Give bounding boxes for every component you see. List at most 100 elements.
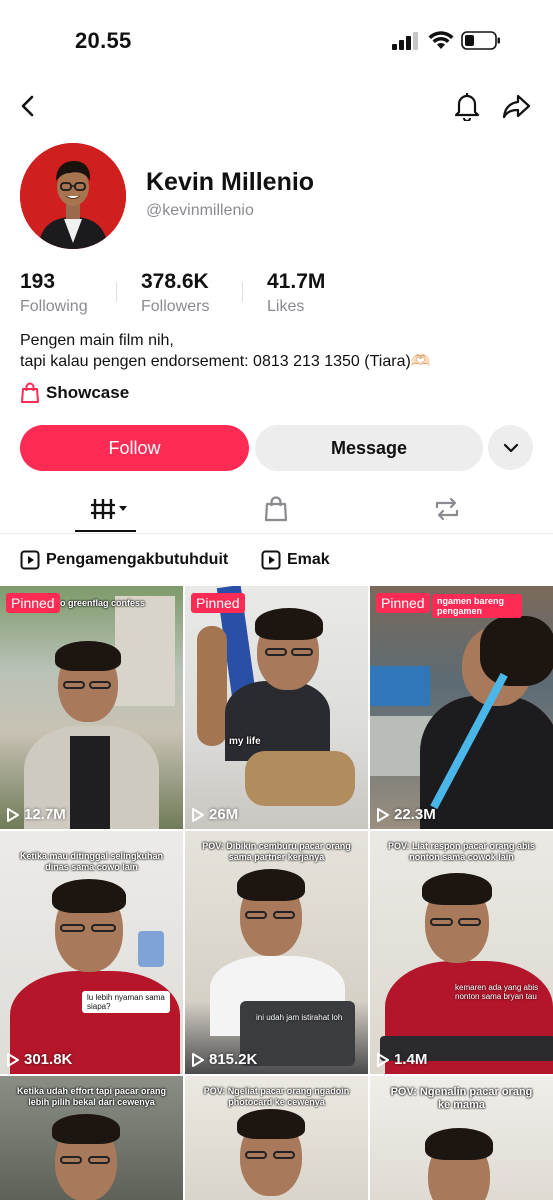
video-tile[interactable]: POV: Ngeliat pacar orang ngadoin photoca… <box>185 1076 368 1200</box>
followers-label: Followers <box>141 298 210 315</box>
glasses <box>63 681 85 689</box>
likes-label: Likes <box>267 298 305 315</box>
bio-line: tapi kalau pengen endorsement: 0813 213 … <box>20 353 431 370</box>
stat-followers[interactable]: 378.6K Followers <box>141 270 209 316</box>
stat-likes[interactable]: 41.7M Likes <box>267 270 325 316</box>
video-caption: Ketika udah effort tapi pacar orang lebi… <box>16 1086 167 1107</box>
glasses <box>458 918 481 926</box>
person-hair <box>237 1109 305 1139</box>
glasses <box>273 911 295 919</box>
view-count: 301.8K <box>6 1051 72 1068</box>
person-arm <box>197 626 227 746</box>
pinned-badge: Pinned <box>6 593 60 613</box>
glasses <box>245 1151 267 1159</box>
video-caption: POV: Dibikin cemburu pacar orang sama pa… <box>202 841 351 862</box>
play-square-icon <box>261 550 281 570</box>
play-icon <box>7 807 19 822</box>
shelf-box <box>370 666 430 706</box>
top-navigation <box>0 84 553 128</box>
showcase-link[interactable]: Showcase <box>20 380 129 406</box>
glasses <box>291 648 313 656</box>
glasses <box>273 1151 295 1159</box>
view-count-text: 26M <box>209 806 239 823</box>
following-count: 193 <box>20 270 56 293</box>
person-hair <box>52 879 126 913</box>
person-shorts <box>245 751 355 806</box>
avatar[interactable] <box>20 143 126 249</box>
showcase-label: Showcase <box>46 383 130 402</box>
stat-divider <box>116 282 117 302</box>
tab-videos[interactable] <box>75 486 136 532</box>
avatar-image <box>20 143 126 249</box>
video-tile[interactable]: Ketika mau ditinggal selingkuhan dinas s… <box>0 831 183 1074</box>
stat-divider <box>242 282 243 302</box>
play-icon <box>192 807 204 822</box>
video-caption-reply: kemaren ada yang abis nonton sama bryan … <box>455 983 539 1001</box>
video-tile[interactable]: Ketika udah effort tapi pacar orang lebi… <box>0 1076 183 1200</box>
play-square-icon <box>20 550 40 570</box>
tab-reposts[interactable] <box>422 486 472 532</box>
view-count-text: 22.3M <box>394 806 436 823</box>
tab-shop[interactable] <box>251 486 301 532</box>
pinned-badge: Pinned <box>191 593 245 613</box>
play-icon <box>377 807 389 822</box>
video-caption-reply: lu lebih nyaman sama siapa? <box>82 991 170 1013</box>
bag-icon <box>264 496 288 522</box>
video-tile[interactable]: POV: Liat respon pacar orang abis nonton… <box>370 831 553 1074</box>
notification-bell-icon[interactable] <box>451 90 483 122</box>
playlist-pengamengakbutuhduit[interactable]: Pengamengakbutuhduit <box>20 549 228 571</box>
video-caption: POV: Liat respon pacar orang abis nonton… <box>387 841 536 862</box>
video-caption: POV: Ngenalin pacar orang ke mama <box>390 1086 533 1111</box>
stat-following[interactable]: 193 Following <box>20 270 88 316</box>
suggested-accounts-button[interactable] <box>488 425 533 470</box>
back-arrow-icon[interactable] <box>12 90 44 122</box>
video-caption: Ketika mau ditinggal selingkuhan dinas s… <box>19 851 164 872</box>
view-count-text: 12.7M <box>24 806 66 823</box>
message-button[interactable]: Message <box>255 425 483 471</box>
video-tile[interactable]: POV: Ngenalin pacar orang ke mama <box>370 1076 553 1200</box>
bio-line: Pengen main film nih, <box>20 332 174 349</box>
repost-icon <box>435 497 459 521</box>
followers-count: 378.6K <box>141 270 209 293</box>
person-hair <box>480 616 553 686</box>
person-hair <box>52 1114 120 1144</box>
follow-button[interactable]: Follow <box>20 425 249 471</box>
glasses <box>88 1156 110 1164</box>
display-name: Kevin Millenio <box>146 168 315 196</box>
person-hair <box>255 608 323 640</box>
person-hair <box>237 869 305 901</box>
username: @kevinmillenio <box>146 202 254 219</box>
video-tile[interactable]: POV: Dibikin cemburu pacar orang sama pa… <box>185 831 368 1074</box>
play-icon <box>192 1052 204 1067</box>
cellular-signal-icon <box>392 32 418 50</box>
view-count: 815.2K <box>191 1051 257 1068</box>
video-tile[interactable]: Pinned ngamen bareng pengamen 22.3M <box>370 586 553 829</box>
video-grid: Pinned o greenflag confess 12.7M Pinned … <box>0 586 553 1200</box>
playlists-row: Pengamengakbutuhduit Emak <box>0 540 553 580</box>
following-label: Following <box>20 298 88 315</box>
view-count-text: 301.8K <box>24 1051 73 1068</box>
photocard <box>138 931 164 967</box>
video-tile[interactable]: Pinned my life 26M <box>185 586 368 829</box>
play-icon <box>7 1052 19 1067</box>
video-caption: ngamen bareng pengamen <box>432 594 522 618</box>
view-count-text: 1.4M <box>394 1051 428 1068</box>
person-undershirt <box>70 736 110 829</box>
glasses <box>430 918 453 926</box>
playlist-emak[interactable]: Emak <box>261 549 330 571</box>
view-count: 1.4M <box>376 1051 427 1068</box>
person-hair <box>425 1128 493 1160</box>
view-count: 22.3M <box>376 806 436 823</box>
profile-stats: 193 Following 378.6K Followers 41.7M Lik… <box>20 270 540 320</box>
view-count: 26M <box>191 806 238 823</box>
glasses <box>60 1156 82 1164</box>
video-caption-reply: ini udah jam istirahat loh <box>256 1013 343 1022</box>
share-arrow-icon[interactable] <box>500 90 532 122</box>
pinned-badge: Pinned <box>376 593 430 613</box>
video-tile[interactable]: Pinned o greenflag confess 12.7M <box>0 586 183 829</box>
video-caption: o greenflag confess <box>60 598 146 608</box>
building-wall <box>115 596 175 706</box>
view-count: 12.7M <box>6 806 66 823</box>
person-hair <box>55 641 121 671</box>
video-caption: POV: Ngeliat pacar orang ngadoin photoca… <box>203 1086 350 1107</box>
